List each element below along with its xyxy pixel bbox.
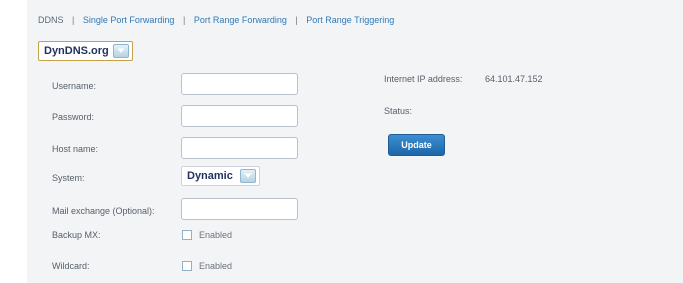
username-label: Username: bbox=[52, 81, 97, 91]
tab-single-port-forwarding[interactable]: Single Port Forwarding bbox=[83, 15, 175, 25]
backup-mx-label: Backup MX: bbox=[52, 230, 101, 240]
tab-separator: | bbox=[72, 15, 75, 25]
internet-ip-label: Internet IP address: bbox=[384, 74, 463, 84]
tab-separator: | bbox=[182, 15, 186, 25]
tab-ddns: DDNS bbox=[38, 15, 64, 25]
ddns-provider-select[interactable]: DynDNS.org bbox=[38, 41, 133, 61]
mail-exchange-label: Mail exchange (Optional): bbox=[52, 206, 155, 216]
backup-mx-checkbox[interactable] bbox=[182, 230, 192, 240]
system-value: Dynamic bbox=[187, 170, 233, 182]
internet-ip-value: 64.101.47.152 bbox=[485, 74, 543, 84]
status-label: Status: bbox=[384, 106, 413, 116]
mail-exchange-input[interactable] bbox=[181, 198, 298, 220]
username-input[interactable] bbox=[181, 73, 298, 95]
hostname-label: Host name: bbox=[52, 144, 99, 154]
password-input[interactable] bbox=[181, 105, 298, 127]
backup-mx-option-label: Enabled bbox=[199, 230, 233, 240]
chevron-down-icon bbox=[240, 169, 256, 183]
wildcard-checkbox[interactable] bbox=[182, 261, 192, 271]
update-button[interactable]: Update bbox=[388, 134, 445, 156]
password-label: Password: bbox=[52, 112, 95, 122]
tab-separator: | bbox=[295, 15, 298, 25]
tab-bar: DDNS | Single Port Forwarding | Port Ran… bbox=[38, 15, 394, 25]
system-label: System: bbox=[52, 173, 85, 183]
system-select[interactable]: Dynamic bbox=[181, 166, 260, 186]
chevron-down-icon bbox=[113, 44, 129, 58]
hostname-input[interactable] bbox=[181, 137, 298, 159]
ddns-provider-value: DynDNS.org bbox=[44, 45, 109, 57]
tab-port-range-forwarding[interactable]: Port Range Forwarding bbox=[194, 15, 287, 25]
tab-port-range-triggering[interactable]: Port Range Triggering bbox=[306, 15, 394, 25]
wildcard-label: Wildcard: bbox=[52, 261, 90, 271]
wildcard-option-label: Enabled bbox=[199, 261, 233, 271]
